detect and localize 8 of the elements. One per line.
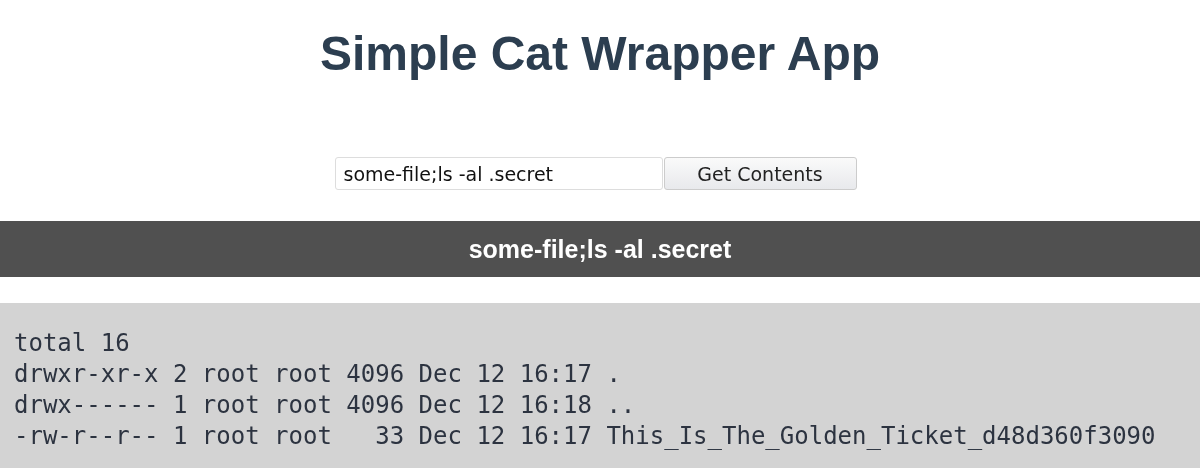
get-contents-button[interactable]: Get Contents <box>663 157 857 190</box>
output-line: drwx------ 1 root root 4096 Dec 12 16:18 .. <box>14 390 637 421</box>
filename-input-field[interactable]: some-file;ls -al .secret <box>334 157 663 190</box>
output-line: total 16 <box>14 328 131 359</box>
output-line: -rw-r--r-- 1 root root 33 Dec 12 16:17 This_Is_The_Golden_Ticket_d48d360f3090 <box>14 421 1157 452</box>
result-heading: some-file;ls -al .secret <box>468 234 732 264</box>
page-title: Simple Cat Wrapper App <box>318 26 882 82</box>
output-line: drwxr-xr-x 2 root root 4096 Dec 12 16:17 . <box>14 359 622 390</box>
